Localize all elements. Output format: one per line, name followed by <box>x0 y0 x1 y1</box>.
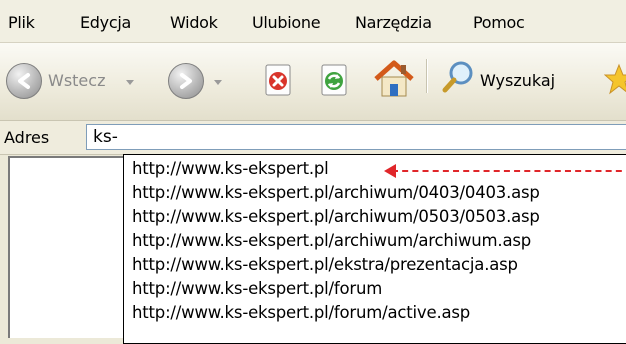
stop-icon <box>265 64 291 96</box>
address-label: Adres <box>4 128 50 147</box>
menu-edit[interactable]: Edycja <box>80 13 131 32</box>
stop-button[interactable] <box>262 63 296 97</box>
menu-bar: Plik Edycja Widok Ulubione Narzędzia Pom… <box>0 0 626 43</box>
autocomplete-item[interactable]: http://www.ks-ekspert.pl/forum <box>132 279 382 298</box>
favorites-button[interactable] <box>603 63 626 97</box>
autocomplete-item[interactable]: http://www.ks-ekspert.pl <box>132 159 329 178</box>
back-dropdown-icon[interactable] <box>126 80 134 85</box>
menu-favorites[interactable]: Ulubione <box>252 13 321 32</box>
annotation-arrow-line <box>392 170 626 172</box>
forward-dropdown-icon[interactable] <box>214 80 222 85</box>
back-button[interactable]: Wstecz <box>6 61 156 101</box>
autocomplete-item[interactable]: http://www.ks-ekspert.pl/ekstra/prezenta… <box>132 255 518 274</box>
back-label: Wstecz <box>48 71 106 90</box>
autocomplete-item[interactable]: http://www.ks-ekspert.pl/forum/active.as… <box>132 303 470 322</box>
autocomplete-item[interactable]: http://www.ks-ekspert.pl/archiwum/0403/0… <box>132 183 540 202</box>
menu-file[interactable]: Plik <box>8 13 35 32</box>
forward-button[interactable] <box>168 61 230 101</box>
back-arrow-icon <box>6 63 42 99</box>
toolbar-separator <box>426 59 428 93</box>
autocomplete-item[interactable]: http://www.ks-ekspert.pl/archiwum/archiw… <box>132 231 531 250</box>
annotation-arrow-head <box>384 164 396 178</box>
address-input[interactable]: ks- <box>86 124 626 150</box>
home-icon <box>374 60 414 97</box>
menu-help[interactable]: Pomoc <box>473 13 525 32</box>
autocomplete-item[interactable]: http://www.ks-ekspert.pl/archiwum/0503/0… <box>132 207 540 226</box>
search-label: Wyszukaj <box>480 71 556 90</box>
menu-tools[interactable]: Narzędzia <box>355 13 432 32</box>
refresh-button[interactable] <box>318 63 352 97</box>
toolbar: Wstecz Wyszukaj <box>0 43 626 121</box>
magnifier-icon <box>442 61 473 93</box>
forward-arrow-icon <box>168 63 204 99</box>
home-button[interactable] <box>372 59 416 99</box>
autocomplete-dropdown: http://www.ks-ekspert.pl http://www.ks-e… <box>123 154 626 344</box>
address-bar: Adres ks- <box>0 121 626 155</box>
search-button[interactable]: Wyszukaj <box>440 59 590 99</box>
star-icon <box>603 63 626 95</box>
menu-view[interactable]: Widok <box>170 13 218 32</box>
refresh-icon <box>321 64 347 96</box>
